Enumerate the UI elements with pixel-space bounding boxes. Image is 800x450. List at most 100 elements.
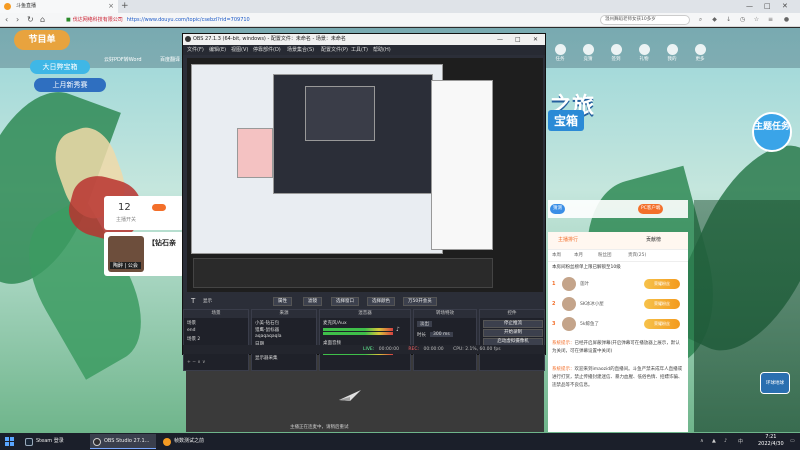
obs-logo-icon [185, 36, 191, 42]
window-title-field[interactable]: 万50开会员 [403, 297, 437, 306]
taskbar-browser[interactable]: 帧数测试之前 [160, 434, 228, 449]
menu-icon[interactable]: ≡ [766, 15, 775, 24]
rank-row[interactable]: 3 5k鲸鱼了 荣耀粉丝 [552, 316, 684, 334]
tab-vip[interactable]: 贵宾(25) [628, 252, 646, 258]
obs-title-bar: OBS 27.1.3 (64-bit, windows) - 配置文件：未命名 … [183, 34, 545, 45]
minimize-button[interactable]: — [746, 0, 753, 13]
bookmark-item[interactable]: 云好PDF转Word [104, 56, 142, 63]
forward-icon[interactable]: › [16, 14, 19, 26]
menu-view[interactable]: 视图(V) [231, 46, 248, 53]
schedule-badge[interactable]: 节目单 [14, 30, 70, 50]
source-item[interactable]: 小美-钻石包 [255, 320, 279, 326]
windows-start-icon[interactable] [5, 437, 14, 446]
rank-row[interactable]: 2 SK冰冰小屋 荣耀粉丝 [552, 296, 684, 314]
guess-icon[interactable]: 竞猜 [576, 44, 600, 62]
signin-icon[interactable]: 签到 [604, 44, 628, 62]
start-recording-button[interactable]: 开始录制 [483, 329, 543, 337]
nested-video-capture [193, 258, 493, 288]
tab-month[interactable]: 本月 [574, 252, 583, 258]
obs-close-button[interactable]: ✕ [533, 34, 538, 45]
back-icon[interactable]: ‹ [5, 14, 8, 26]
task-icon[interactable]: 任务 [548, 44, 572, 62]
menu-scene-collection[interactable]: 场景集合(S) [287, 46, 314, 53]
ime-icon[interactable]: 中 [738, 438, 743, 445]
transitions-dock: 转场特效 淡出 时长 300 ms [413, 309, 477, 371]
taskbar-obs[interactable]: OBS Studio 27.1... [90, 434, 156, 449]
properties-button[interactable]: 属性 [273, 297, 292, 306]
transition-select[interactable]: 淡出 [417, 321, 432, 327]
tab-close-icon[interactable]: × [108, 0, 114, 13]
menu-file[interactable]: 文件(F) [187, 46, 204, 53]
stop-streaming-button[interactable]: 停止推流 [483, 320, 543, 328]
search-input[interactable]: 温州舞蹈老师女孩10多岁 [600, 15, 690, 25]
tab-streamer-rank[interactable]: 主播排行 [558, 236, 578, 243]
room-toggle[interactable] [152, 204, 166, 211]
obs-preview-canvas[interactable] [187, 58, 543, 292]
close-window-button[interactable]: ✕ [782, 0, 788, 13]
taskbar-clock[interactable]: 7:21 2022/4/30 [758, 434, 784, 448]
url-site-name: 伐达网络科技有限公司 [72, 17, 123, 23]
scene-item[interactable]: 场景 [187, 320, 196, 326]
tray-expand-icon[interactable]: ∧ [700, 438, 704, 444]
duration-field[interactable]: 300 ms [430, 332, 453, 337]
menu-tools[interactable]: 工具(T) [351, 46, 368, 53]
refresh-icon[interactable]: ↻ [27, 14, 34, 26]
gift-icon[interactable]: 礼物 [632, 44, 656, 62]
audio-mixer-dock: 混音器 麦克风/Aux 桌面音频 ♪ ♪ [319, 309, 411, 371]
menu-help[interactable]: 帮助(H) [373, 46, 391, 53]
rank-row[interactable]: 1 莲叶 荣耀粉丝 [552, 276, 684, 294]
download-icon[interactable]: ↓ [724, 15, 733, 24]
tab-contribution[interactable]: 贡献榜 [646, 236, 661, 243]
bookmark-star-icon[interactable]: ☆ [752, 15, 761, 24]
new-tab-button[interactable]: + [121, 0, 129, 13]
streamer-name[interactable]: 【钻石亲 [148, 238, 176, 248]
obs-minimize-button[interactable]: — [497, 34, 503, 45]
chest-badge[interactable]: 大日弊宝箱 [30, 60, 90, 74]
source-item[interactable]: 显示器采集 [255, 355, 278, 361]
mine-icon[interactable]: 我的 [660, 44, 684, 62]
menu-docks[interactable]: 停靠部件(D) [253, 46, 281, 53]
chat-sidebar: 猜测 PC客户端 主播排行 贡献榜 本周 本月 粉丝团 贵宾(25) 本房间粉丝… [548, 200, 688, 432]
nested-streamer-capture [237, 128, 273, 178]
menu-profile[interactable]: 配置文件(P) [321, 46, 348, 53]
mixer-channel-name: 麦克风/Aux [323, 321, 347, 326]
tab-fans[interactable]: 粉丝团 [598, 252, 612, 258]
menu-edit[interactable]: 编辑(E) [209, 46, 226, 53]
taskbar-steam[interactable]: Steam 登录 [22, 434, 86, 449]
mic-level-meter [323, 332, 393, 335]
obs-maximize-button[interactable]: □ [515, 34, 521, 45]
scene-controls[interactable]: + − ∧ ∨ [187, 360, 205, 365]
lock-icon: ■ [66, 17, 71, 23]
maximize-button[interactable]: □ [764, 0, 771, 13]
scene-item[interactable]: 场景 2 [187, 336, 200, 342]
source-item[interactable]: aqaqaqaqla [255, 334, 281, 339]
volume-icon[interactable]: ♪ [724, 438, 727, 444]
history-icon[interactable]: ◷ [738, 15, 747, 24]
url-field[interactable]: ■ 伐达网络科技有限公司 https://www.douyu.com/topic/c… [66, 15, 466, 25]
obs-status-bar: LIVE: 00:00:00 REC: 00:00:00 CPU: 2.1%, … [183, 345, 545, 354]
extension-icon[interactable]: ◆ [710, 15, 719, 24]
search-icon[interactable]: ⌕ [696, 15, 705, 24]
rookie-badge[interactable]: 上月新秀赛 [34, 78, 106, 92]
system-message: 系统提示：欢迎来到imaozid的直播间。斗鱼严禁未成年人直播或进行打赏，禁止传… [552, 367, 683, 388]
right-edge-background [694, 200, 800, 432]
user-avatar-icon[interactable]: ● [782, 15, 791, 24]
more-icon[interactable]: 更多 [688, 44, 712, 62]
notification-icon[interactable]: ▭ [790, 438, 795, 444]
scene-item[interactable]: end [187, 328, 195, 333]
filters-button[interactable]: 滤镜 [303, 297, 322, 306]
browser-tab[interactable]: 斗鱼直播 × [0, 0, 118, 13]
floating-event-button[interactable]: 环球地球 [760, 372, 790, 394]
select-color-button[interactable]: 选择颜色 [367, 297, 395, 306]
tab-week[interactable]: 本周 [552, 252, 561, 258]
speaker-icon[interactable]: ♪ [396, 326, 400, 333]
select-window-button[interactable]: 选择窗口 [331, 297, 359, 306]
source-item[interactable]: 猎鹰-鼠标器 [255, 327, 279, 333]
home-icon[interactable]: ⌂ [40, 14, 45, 26]
pc-client-chip[interactable]: PC客户端 [638, 204, 664, 214]
treasure-badge[interactable]: 宝箱 [548, 110, 585, 131]
network-icon[interactable]: ▲ [712, 438, 716, 444]
guess-chip[interactable]: 猜测 [550, 204, 565, 214]
mission-button[interactable]: 主题任务 [752, 112, 792, 152]
system-message: 系统提示：已经开启屏蔽弹幕(开启弹幕可在播放器上展示，默认为关闭，可在弹幕设置中… [552, 341, 680, 354]
